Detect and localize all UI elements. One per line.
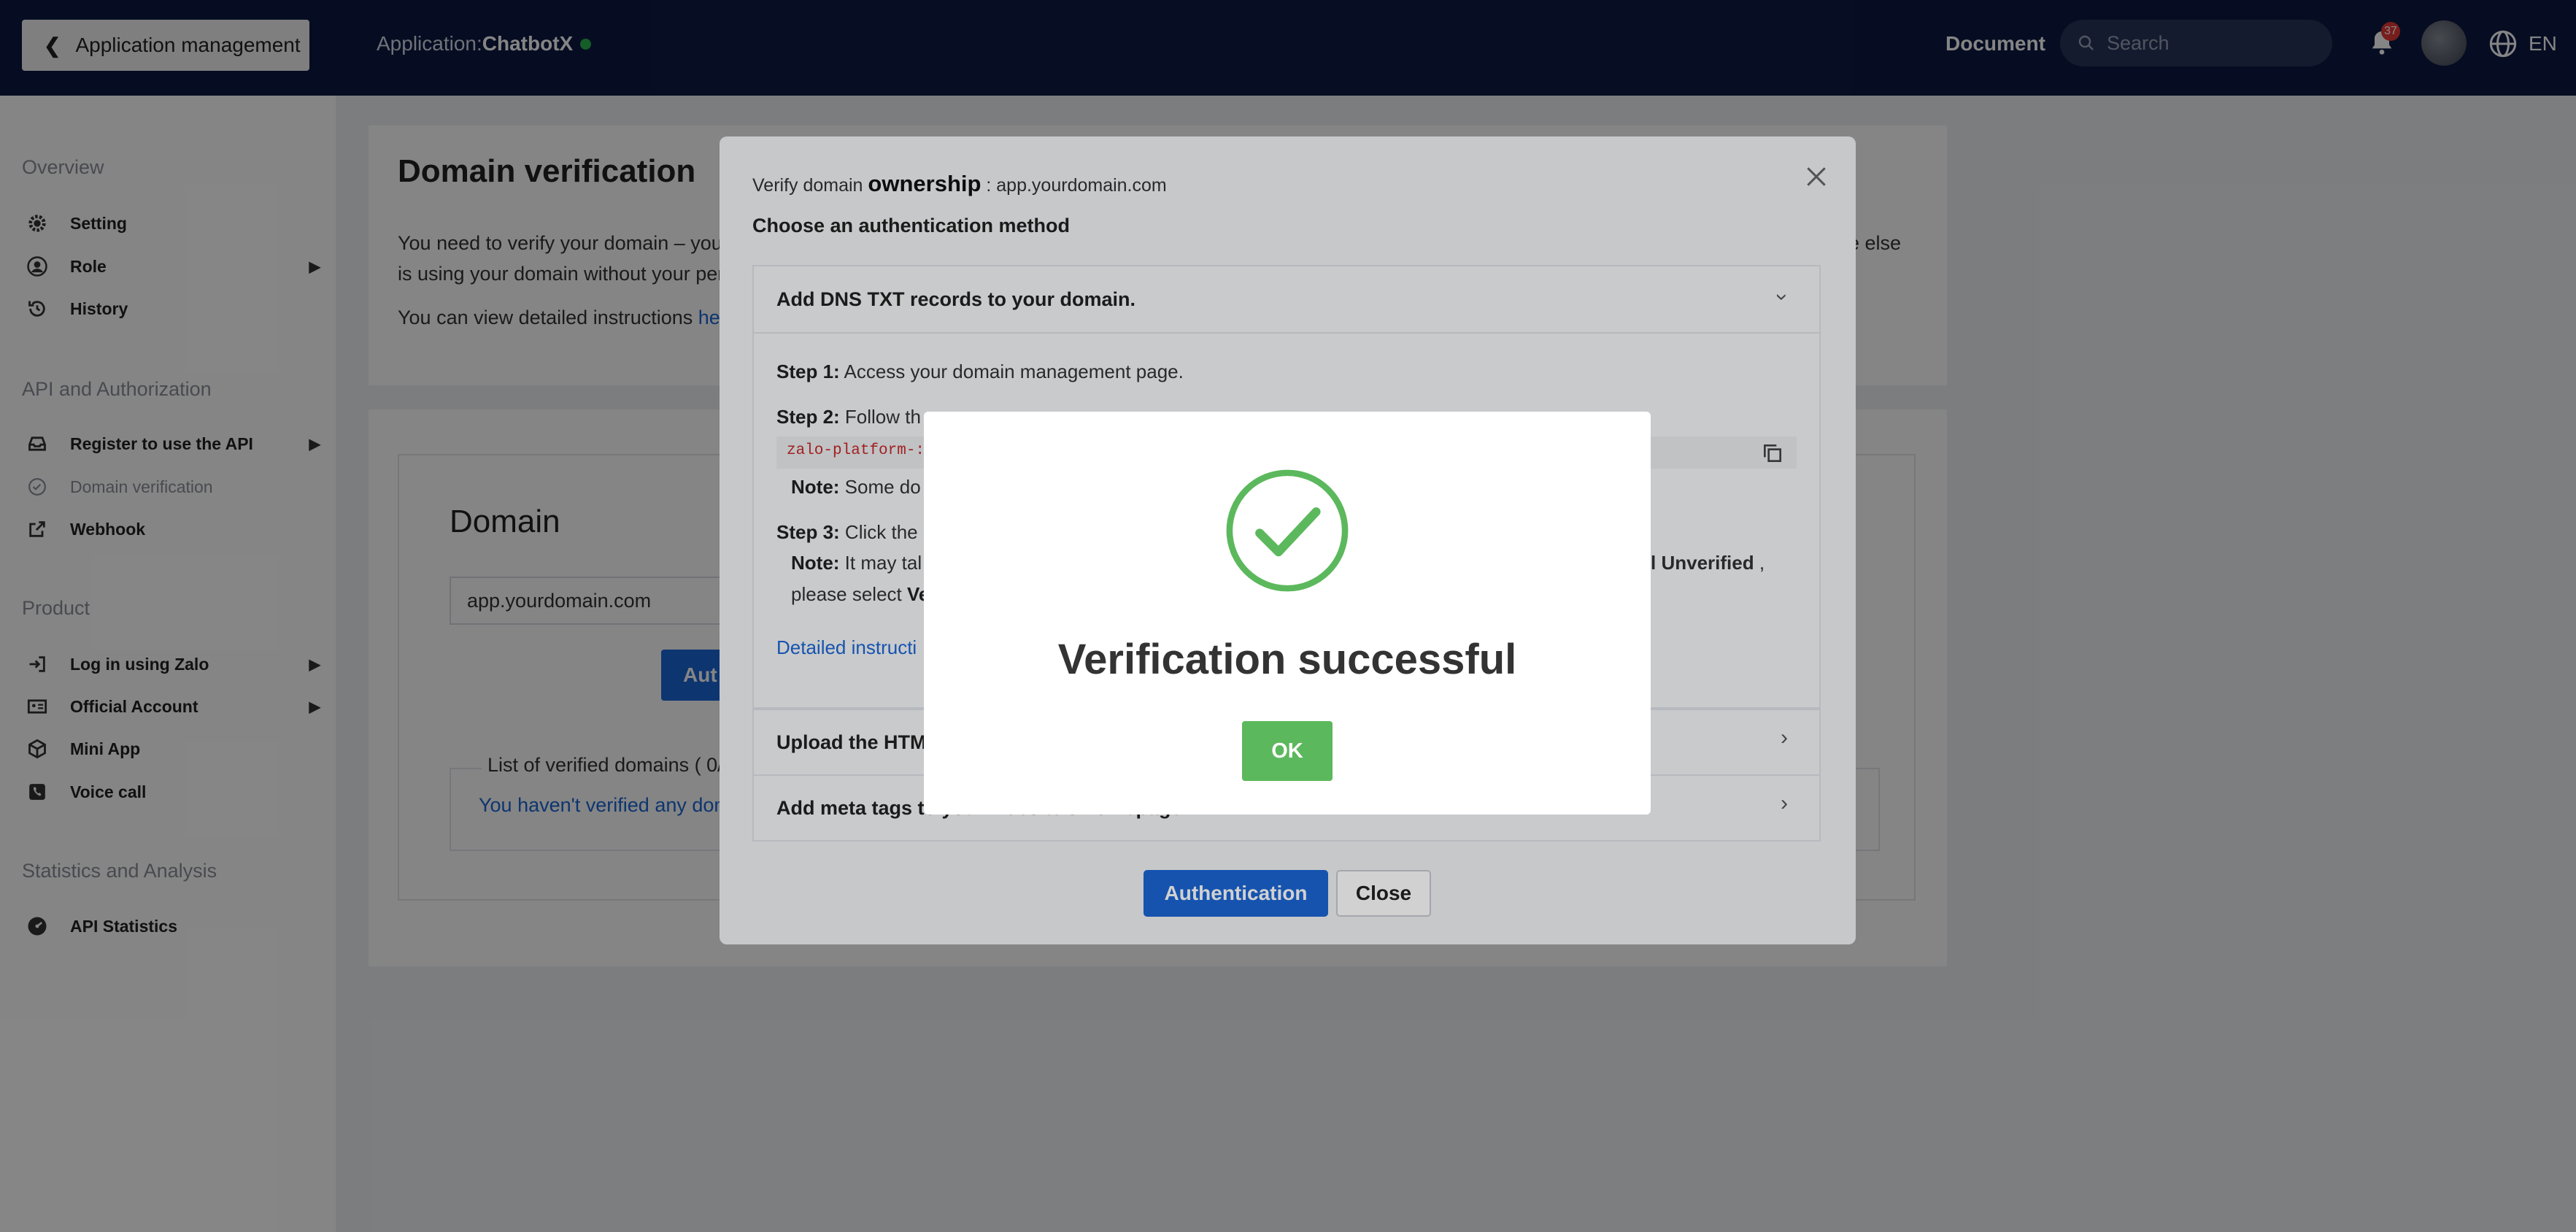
success-message: Verification successful <box>1057 636 1517 683</box>
check-circle-icon <box>1226 469 1349 592</box>
ok-button[interactable]: OK <box>1242 721 1333 781</box>
